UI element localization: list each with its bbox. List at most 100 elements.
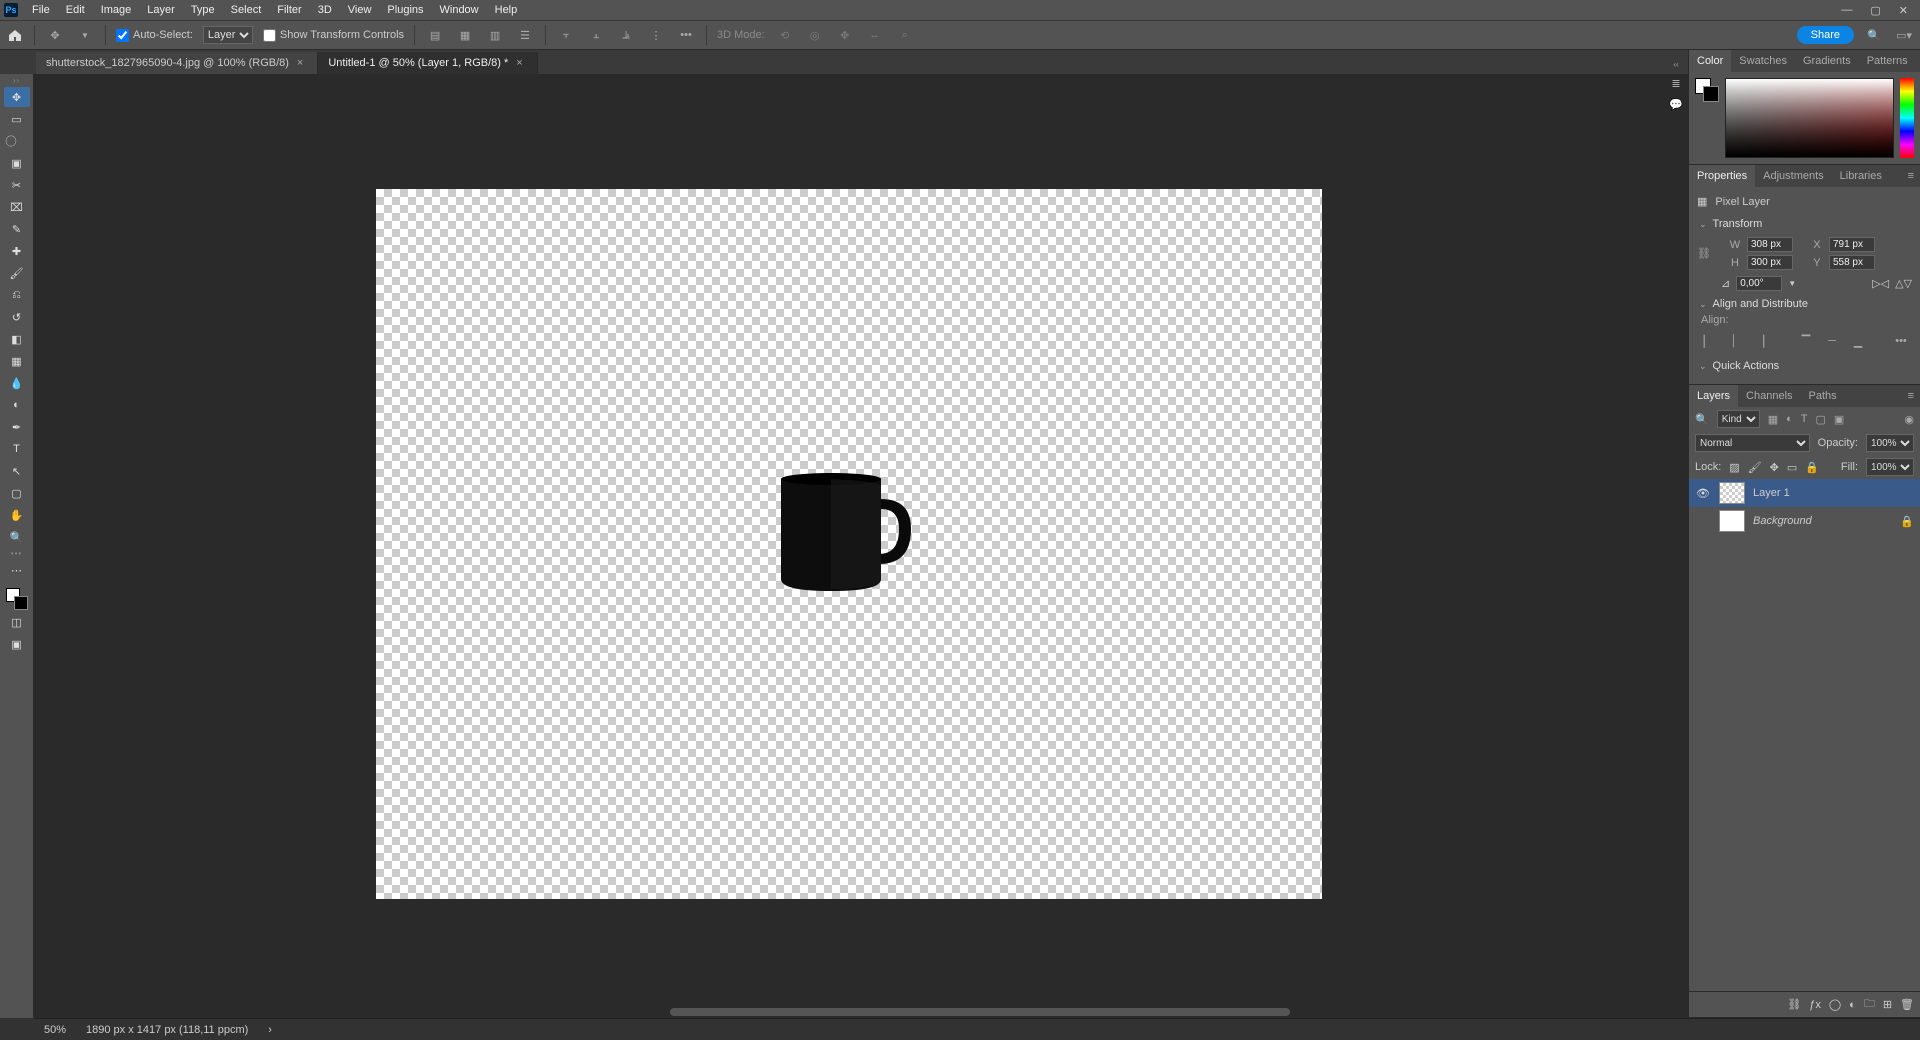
color-swatches[interactable] <box>6 588 28 610</box>
align-bottom-icon[interactable]: ⫡ <box>616 25 636 45</box>
tab-close-icon[interactable]: × <box>297 57 303 69</box>
layer-fx-icon[interactable]: ƒx <box>1809 999 1821 1011</box>
window-close-icon[interactable]: ✕ <box>1899 4 1908 17</box>
lock-artboard-icon[interactable]: ▭ <box>1787 461 1797 474</box>
eraser-tool[interactable]: ◧ <box>4 329 30 349</box>
menu-select[interactable]: Select <box>223 4 270 16</box>
workspace-switcher-icon[interactable]: ▭▾ <box>1894 25 1914 45</box>
tab-libraries[interactable]: Libraries <box>1832 165 1890 187</box>
show-transform-controls-checkbox[interactable]: Show Transform Controls <box>263 29 404 42</box>
layer-row[interactable]: 👁 Layer 1 <box>1689 479 1920 507</box>
align-top-icon[interactable]: ⫟ <box>556 25 576 45</box>
move-tool-icon[interactable]: ✥ <box>45 25 65 45</box>
menu-plugins[interactable]: Plugins <box>379 4 431 16</box>
object-select-tool[interactable]: ▣ <box>4 153 30 173</box>
more-options-icon[interactable]: ••• <box>676 25 696 45</box>
group-layers-icon[interactable]: 🗀 <box>1864 995 1875 1014</box>
adjustment-layer-icon[interactable]: ◐ <box>1849 999 1856 1011</box>
type-tool[interactable]: T <box>4 439 30 459</box>
layer-thumbnail[interactable] <box>1719 482 1745 504</box>
filter-search-icon[interactable]: 🔍 <box>1695 413 1709 426</box>
panel-menu-icon[interactable]: ≡ <box>1916 55 1920 67</box>
layer-mask-icon[interactable]: ◯ <box>1829 998 1841 1011</box>
menu-filter[interactable]: Filter <box>269 4 309 16</box>
layer-thumbnail[interactable] <box>1719 510 1745 532</box>
canvas-area[interactable] <box>34 74 1688 1018</box>
menu-file[interactable]: File <box>24 4 58 16</box>
y-input[interactable] <box>1829 255 1875 270</box>
align-left-icon[interactable]: ▏ <box>1699 332 1717 350</box>
filter-smart-icon[interactable]: ▣ <box>1834 413 1844 426</box>
background-color[interactable] <box>14 596 28 610</box>
lock-icon[interactable]: 🔒 <box>1900 515 1914 528</box>
eyedropper-tool[interactable]: ✎ <box>4 219 30 239</box>
tab-close-icon[interactable]: × <box>516 57 522 69</box>
quickmask-icon[interactable]: ◫ <box>4 612 30 632</box>
align-right-icon[interactable]: ▕ <box>1751 332 1769 350</box>
filter-pixel-icon[interactable]: ▦ <box>1768 413 1778 426</box>
link-layers-icon[interactable]: ⛓ <box>1787 998 1801 1011</box>
comments-panel-icon[interactable]: 💬 <box>1669 98 1683 111</box>
lasso-tool[interactable]: ⃝ <box>4 131 30 151</box>
menu-view[interactable]: View <box>340 4 380 16</box>
layer-row[interactable]: Background 🔒 <box>1689 507 1920 535</box>
tab-color[interactable]: Color <box>1689 50 1731 72</box>
lock-position-icon[interactable]: ✥ <box>1770 461 1779 474</box>
auto-select-checkbox[interactable]: Auto-Select: <box>116 29 193 42</box>
tab-channels[interactable]: Channels <box>1738 385 1800 407</box>
toolbox-more-icon[interactable]: ••• <box>11 549 22 558</box>
distribute-h-icon[interactable]: ☰ <box>515 25 535 45</box>
menu-image[interactable]: Image <box>93 4 140 16</box>
menu-type[interactable]: Type <box>183 4 223 16</box>
filter-adjust-icon[interactable]: ◐ <box>1786 413 1793 425</box>
brush-tool[interactable]: 🖌 <box>4 263 30 283</box>
align-more-icon[interactable]: ••• <box>1892 332 1910 350</box>
menu-3d[interactable]: 3D <box>310 4 340 16</box>
fill-select[interactable]: 100% <box>1866 458 1914 476</box>
align-left-icon[interactable]: ▤ <box>425 25 445 45</box>
menu-window[interactable]: Window <box>432 4 487 16</box>
crop-tool[interactable]: ✂ <box>4 175 30 195</box>
hue-slider[interactable] <box>1900 78 1914 158</box>
zoom-level[interactable]: 50% <box>44 1024 66 1036</box>
tab-properties[interactable]: Properties <box>1689 165 1755 187</box>
transform-section-toggle[interactable]: ⌄Transform <box>1697 214 1912 234</box>
link-wh-icon[interactable]: ⛓ <box>1697 247 1711 260</box>
frame-tool[interactable]: ⌧ <box>4 197 30 217</box>
auto-select-input[interactable] <box>116 29 129 42</box>
opacity-select[interactable]: 100% <box>1866 434 1914 452</box>
zoom-tool[interactable]: 🔍 <box>4 527 30 547</box>
healing-brush-tool[interactable]: ✚ <box>4 241 30 261</box>
window-minimize-icon[interactable]: — <box>1841 4 1852 17</box>
delete-layer-icon[interactable]: 🗑 <box>1900 998 1914 1011</box>
color-fgbg[interactable] <box>1695 78 1719 102</box>
blend-mode-select[interactable]: Normal <box>1695 434 1810 452</box>
quick-actions-toggle[interactable]: ⌄Quick Actions <box>1697 356 1912 376</box>
lock-all-icon[interactable]: 🔒 <box>1805 461 1819 474</box>
layer-name[interactable]: Layer 1 <box>1753 487 1790 499</box>
tab-patterns[interactable]: Patterns <box>1859 50 1916 72</box>
lock-pixels-icon[interactable]: 🖌 <box>1748 461 1762 474</box>
align-section-toggle[interactable]: ⌄Align and Distribute <box>1697 294 1912 314</box>
angle-dropdown-icon[interactable]: ▼ <box>1788 279 1796 288</box>
document-canvas[interactable] <box>376 189 1322 899</box>
pen-tool[interactable]: ✒ <box>4 417 30 437</box>
scrollbar-thumb[interactable] <box>670 1008 1290 1016</box>
align-bottom-icon[interactable]: ▁ <box>1849 332 1867 350</box>
toolbox-grip-icon[interactable]: ›› <box>13 76 20 85</box>
filter-type-icon[interactable]: T <box>1801 413 1808 425</box>
screenmode-icon[interactable]: ▣ <box>4 634 30 654</box>
layer-name[interactable]: Background <box>1753 515 1812 527</box>
menu-edit[interactable]: Edit <box>58 4 93 16</box>
align-center-v-icon[interactable]: ⫠ <box>586 25 606 45</box>
tab-gradients[interactable]: Gradients <box>1795 50 1859 72</box>
new-layer-icon[interactable]: ⊞ <box>1883 998 1892 1011</box>
hand-tool[interactable]: ✋ <box>4 505 30 525</box>
align-top-icon[interactable]: ▔ <box>1797 332 1815 350</box>
history-brush-tool[interactable]: ↺ <box>4 307 30 327</box>
edit-toolbar-icon[interactable]: ⋯ <box>4 560 30 580</box>
collapse-panels-icon[interactable]: ‹‹ <box>1673 60 1678 69</box>
document-tab[interactable]: shutterstock_1827965090-4.jpg @ 100% (RG… <box>36 52 318 74</box>
panel-menu-icon[interactable]: ≡ <box>1902 390 1920 402</box>
tool-preset-dropdown-icon[interactable]: ▼ <box>75 25 95 45</box>
